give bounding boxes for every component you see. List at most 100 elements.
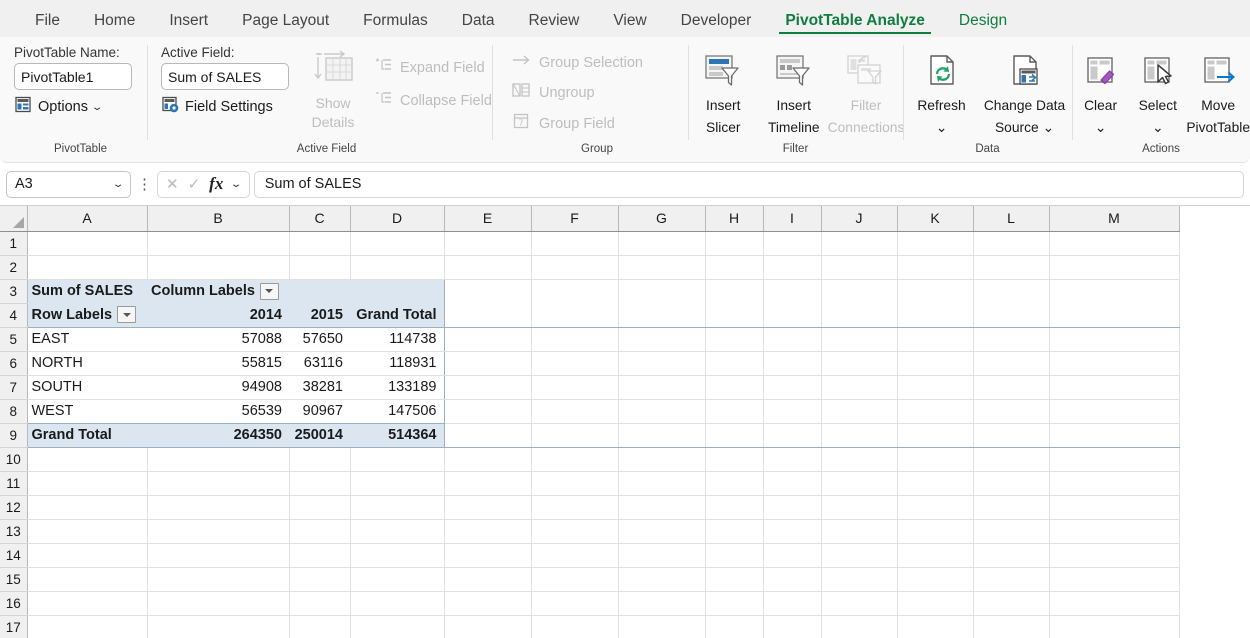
row-header-11[interactable]: 11 [0, 471, 27, 495]
cell-c15[interactable] [289, 567, 350, 591]
enter-icon[interactable]: ✓ [188, 175, 201, 193]
cell-g11[interactable] [618, 471, 705, 495]
row-header-4[interactable]: 4 [0, 303, 27, 327]
tab-view[interactable]: View [596, 13, 663, 38]
tab-design[interactable]: Design [942, 13, 1024, 38]
cell-l6[interactable] [973, 351, 1049, 375]
cell-c17[interactable] [289, 615, 350, 638]
cell-m8[interactable] [1049, 399, 1179, 423]
cell-a2[interactable] [27, 255, 147, 279]
tab-developer[interactable]: Developer [664, 13, 769, 38]
cell-h13[interactable] [705, 519, 763, 543]
cell-m14[interactable] [1049, 543, 1179, 567]
cell-m15[interactable] [1049, 567, 1179, 591]
cell-f15[interactable] [531, 567, 618, 591]
move-pivottable-button[interactable]: Move PivotTable [1186, 45, 1250, 137]
cell-e11[interactable] [444, 471, 531, 495]
cell-k14[interactable] [897, 543, 973, 567]
tab-data[interactable]: Data [445, 13, 512, 38]
cell-l10[interactable] [973, 447, 1049, 471]
cell-c3[interactable] [289, 279, 350, 303]
cell-j3[interactable] [821, 279, 897, 303]
cell-l16[interactable] [973, 591, 1049, 615]
tab-file[interactable]: File [18, 13, 77, 38]
column-header-g[interactable]: G [618, 206, 705, 231]
column-header-f[interactable]: F [531, 206, 618, 231]
cell-b7-value[interactable]: 94908 [147, 375, 289, 399]
row-header-10[interactable]: 10 [0, 447, 27, 471]
cell-f1[interactable] [531, 231, 618, 255]
cell-f8[interactable] [531, 399, 618, 423]
cell-h10[interactable] [705, 447, 763, 471]
cell-m16[interactable] [1049, 591, 1179, 615]
cell-f3[interactable] [531, 279, 618, 303]
cell-j12[interactable] [821, 495, 897, 519]
cell-l17[interactable] [973, 615, 1049, 638]
cell-a7-region[interactable]: SOUTH [27, 375, 147, 399]
row-header-5[interactable]: 5 [0, 327, 27, 351]
formula-expand-chevron-down-icon[interactable]: ⌄ [230, 179, 243, 190]
cell-g12[interactable] [618, 495, 705, 519]
column-header-h[interactable]: H [705, 206, 763, 231]
options-button[interactable]: Options ⌄ [14, 95, 101, 119]
cell-j17[interactable] [821, 615, 897, 638]
cell-b9-grand-total[interactable]: 264350 [147, 423, 289, 447]
cell-a11[interactable] [27, 471, 147, 495]
cell-l5[interactable] [973, 327, 1049, 351]
cell-a10[interactable] [27, 447, 147, 471]
cell-d9-grand-total[interactable]: 514364 [350, 423, 444, 447]
cell-b4-col-2014[interactable]: 2014 [147, 303, 289, 327]
cell-l7[interactable] [973, 375, 1049, 399]
cell-j8[interactable] [821, 399, 897, 423]
select-chevron-down-icon[interactable]: ⌄ [1152, 119, 1164, 137]
cell-i1[interactable] [763, 231, 821, 255]
cell-c13[interactable] [289, 519, 350, 543]
cell-d3[interactable] [350, 279, 444, 303]
cell-a12[interactable] [27, 495, 147, 519]
tab-page-layout[interactable]: Page Layout [225, 13, 346, 38]
cell-i3[interactable] [763, 279, 821, 303]
cell-b2[interactable] [147, 255, 289, 279]
cell-h7[interactable] [705, 375, 763, 399]
cell-i10[interactable] [763, 447, 821, 471]
cell-l15[interactable] [973, 567, 1049, 591]
cell-m2[interactable] [1049, 255, 1179, 279]
cell-f13[interactable] [531, 519, 618, 543]
column-labels-filter-button[interactable] [260, 283, 279, 300]
cell-c2[interactable] [289, 255, 350, 279]
cell-k5[interactable] [897, 327, 973, 351]
column-header-k[interactable]: K [897, 206, 973, 231]
cell-f16[interactable] [531, 591, 618, 615]
cell-j4[interactable] [821, 303, 897, 327]
cell-a13[interactable] [27, 519, 147, 543]
refresh-chevron-down-icon[interactable]: ⌄ [936, 119, 948, 137]
cell-k6[interactable] [897, 351, 973, 375]
cell-h3[interactable] [705, 279, 763, 303]
cell-j15[interactable] [821, 567, 897, 591]
cell-a1[interactable] [27, 231, 147, 255]
cell-m3[interactable] [1049, 279, 1179, 303]
cell-b13[interactable] [147, 519, 289, 543]
cell-f17[interactable] [531, 615, 618, 638]
cell-d13[interactable] [350, 519, 444, 543]
row-header-8[interactable]: 8 [0, 399, 27, 423]
column-header-a[interactable]: A [27, 206, 147, 231]
cell-e14[interactable] [444, 543, 531, 567]
cell-a16[interactable] [27, 591, 147, 615]
cell-a6-region[interactable]: NORTH [27, 351, 147, 375]
cell-b16[interactable] [147, 591, 289, 615]
cell-f7[interactable] [531, 375, 618, 399]
chevron-down-icon[interactable]: ⌄ [91, 102, 104, 113]
cell-c8-value[interactable]: 90967 [289, 399, 350, 423]
cell-c7-value[interactable]: 38281 [289, 375, 350, 399]
field-settings-button[interactable]: Field Settings [161, 95, 273, 119]
cell-m10[interactable] [1049, 447, 1179, 471]
cell-k10[interactable] [897, 447, 973, 471]
cell-l4[interactable] [973, 303, 1049, 327]
row-labels-filter-button[interactable] [117, 306, 136, 323]
row-header-12[interactable]: 12 [0, 495, 27, 519]
cell-b5-value[interactable]: 57088 [147, 327, 289, 351]
cell-j13[interactable] [821, 519, 897, 543]
cell-d2[interactable] [350, 255, 444, 279]
cell-b10[interactable] [147, 447, 289, 471]
